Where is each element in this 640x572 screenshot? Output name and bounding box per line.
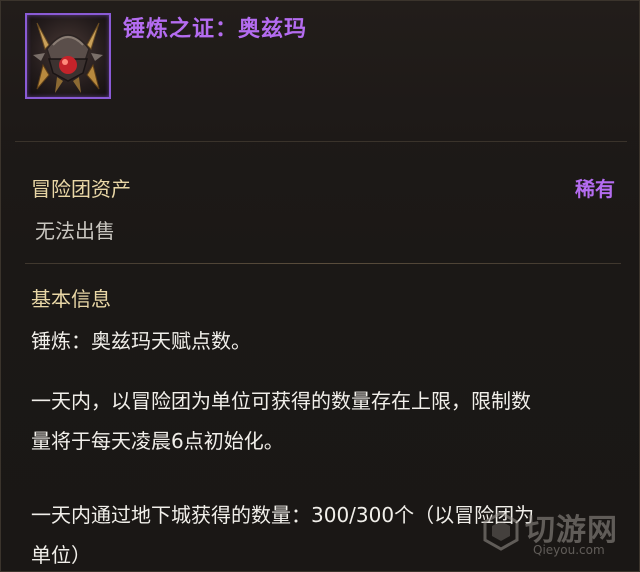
description-line: 量将于每天凌晨6点初始化。 [31, 429, 284, 453]
asset-type-label: 冒险团资产 [31, 177, 131, 201]
basic-info-title: 基本信息 [31, 287, 111, 311]
item-tooltip: 锤炼之证：奥兹玛 冒险团资产 稀有 无法出售 基本信息 锤炼：奥兹玛天赋点数。 … [0, 0, 640, 572]
site-watermark: 切游网 Qieyou.com [477, 501, 627, 565]
ozma-crest-icon [25, 13, 111, 99]
rarity-badge: 稀有 [575, 177, 615, 201]
sell-status: 无法出售 [35, 219, 115, 243]
watermark-logo-icon [483, 511, 519, 551]
section-divider [25, 263, 621, 264]
description-line: 单位） [31, 543, 91, 567]
tooltip-header: 锤炼之证：奥兹玛 [1, 1, 639, 141]
header-divider [15, 141, 627, 142]
description-line: 一天内通过地下城获得的数量：300/300个（以冒险团为 [31, 503, 535, 527]
watermark-url: Qieyou.com [533, 543, 605, 557]
description-line: 锤炼：奥兹玛天赋点数。 [31, 329, 251, 353]
description-line: 一天内，以冒险团为单位可获得的数量存在上限，限制数 [31, 389, 531, 413]
item-name: 锤炼之证：奥兹玛 [123, 17, 308, 42]
